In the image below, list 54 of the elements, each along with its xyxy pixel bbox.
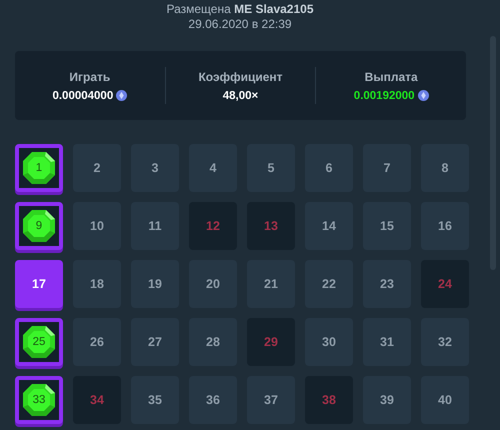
grid-tile[interactable]: 8	[421, 144, 469, 192]
coin-icon	[418, 90, 429, 101]
grid-tile[interactable]: 10	[73, 202, 121, 250]
grid-tile[interactable]: 9	[15, 202, 63, 250]
grid-tile[interactable]: 19	[131, 260, 179, 308]
grid-tile[interactable]: 14	[305, 202, 353, 250]
grid-tile[interactable]: 11	[131, 202, 179, 250]
grid-tile[interactable]: 40	[421, 376, 469, 424]
gem-icon	[22, 383, 56, 417]
grid-tile[interactable]: 35	[131, 376, 179, 424]
grid-tile[interactable]: 31	[363, 318, 411, 366]
stat-value: 48,00×	[222, 90, 258, 102]
grid-tile[interactable]: 38	[305, 376, 353, 424]
grid-tile[interactable]: 39	[363, 376, 411, 424]
grid-tile[interactable]: 22	[305, 260, 353, 308]
grid-tile[interactable]: 25	[15, 318, 63, 366]
gem-icon	[22, 325, 56, 359]
grid-tile[interactable]: 7	[363, 144, 411, 192]
grid-tile[interactable]: 18	[73, 260, 121, 308]
grid-tile[interactable]: 30	[305, 318, 353, 366]
stat-value: 0.00192000	[354, 90, 415, 102]
grid-tile[interactable]: 33	[15, 376, 63, 424]
grid-tile[interactable]: 24	[421, 260, 469, 308]
stat-label: Играть	[69, 70, 110, 84]
grid-tile[interactable]: 23	[363, 260, 411, 308]
stat-label: Выплата	[364, 70, 418, 84]
grid-tile[interactable]: 3	[131, 144, 179, 192]
grid-tile[interactable]: 4	[189, 144, 237, 192]
gem-icon	[22, 209, 56, 243]
grid-tile[interactable]: 26	[73, 318, 121, 366]
grid-tile[interactable]: 15	[363, 202, 411, 250]
grid-tile[interactable]: 20	[189, 260, 237, 308]
grid-tile[interactable]: 36	[189, 376, 237, 424]
grid-tile[interactable]: 21	[247, 260, 295, 308]
grid-tile[interactable]: 6	[305, 144, 353, 192]
coin-icon	[116, 90, 128, 101]
grid-tile[interactable]: 28	[189, 318, 237, 366]
grid-tile[interactable]: 5	[247, 144, 295, 192]
grid-tile[interactable]: 17	[15, 260, 63, 308]
grid-tile[interactable]: 2	[73, 144, 121, 192]
date-text: 29.06.2020 в 22:39	[188, 17, 292, 32]
placed-by-text: Размещена ME Slava2105	[166, 2, 314, 17]
gem-icon	[22, 151, 56, 185]
grid-tile[interactable]: 16	[421, 202, 469, 250]
grid-tile[interactable]: 37	[247, 376, 295, 424]
grid-tile[interactable]: 29	[247, 318, 295, 366]
stat-label: Коэффициент	[198, 70, 283, 84]
grid-tile[interactable]: 32	[421, 318, 469, 366]
stat-value: 0.00004000	[52, 90, 114, 102]
grid-tile[interactable]: 34	[73, 376, 121, 424]
grid-tile[interactable]: 13	[247, 202, 295, 250]
grid-tile[interactable]: 27	[131, 318, 179, 366]
grid-tile[interactable]: 1	[15, 144, 63, 192]
grid-tile[interactable]: 12	[189, 202, 237, 250]
